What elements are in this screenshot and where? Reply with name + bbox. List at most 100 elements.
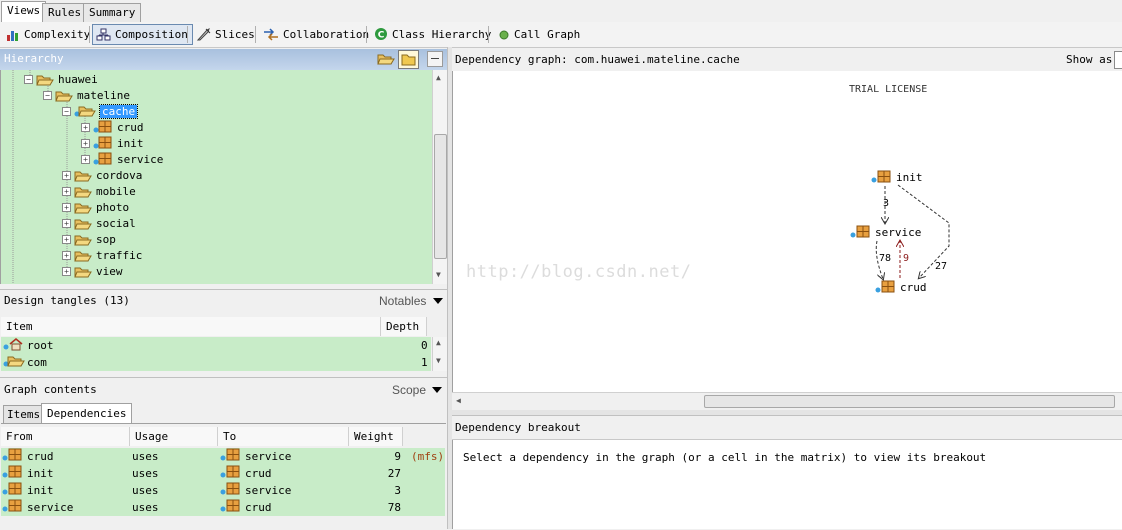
tree-node-huawei[interactable]: − huawei [24, 72, 98, 88]
notables-dropdown[interactable]: Notables [379, 294, 443, 308]
slices-button[interactable]: Slices [192, 24, 260, 45]
expand-icon[interactable]: + [62, 267, 71, 276]
dep-weight: 9 [394, 450, 401, 463]
tree-node-mateline[interactable]: − mateline [43, 88, 130, 104]
tree-node-sop[interactable]: + sop [62, 232, 116, 248]
package-folder-icon [74, 235, 92, 246]
scope-label: Scope [392, 383, 427, 397]
scrollbar-thumb[interactable] [704, 395, 1115, 408]
scroll-left-arrow-icon[interactable]: ◀ [456, 396, 461, 405]
svg-text:C: C [378, 31, 385, 41]
tree-node-social[interactable]: + social [62, 216, 136, 232]
node-label: mobile [96, 185, 136, 198]
tree-node-photo[interactable]: + photo [62, 200, 129, 216]
open-folder-icon[interactable] [377, 51, 395, 67]
dep-to: crud [245, 467, 272, 480]
graph-node-crud[interactable]: crud [875, 280, 927, 296]
dependency-graph-canvas[interactable]: TRIAL LICENSE http://blog.csdn.net/ 3 78… [452, 71, 1122, 392]
dep-weight: 78 [387, 501, 401, 514]
tangle-depth: 0 [421, 339, 428, 352]
column-header-to[interactable]: To [218, 427, 349, 446]
tree-node-cordova[interactable]: + cordova [62, 168, 142, 184]
graph-node-init[interactable]: init [871, 170, 923, 186]
folder-toggle-button[interactable] [398, 50, 419, 69]
tree-node-mobile[interactable]: + mobile [62, 184, 136, 200]
collaboration-button[interactable]: Collaboration [259, 24, 374, 45]
tree-node-service[interactable]: + service [81, 152, 163, 168]
expand-icon[interactable]: + [62, 251, 71, 260]
node-label: cordova [96, 169, 143, 182]
scroll-down-arrow-icon[interactable]: ▼ [436, 356, 441, 365]
call-graph-button[interactable]: Call Graph [494, 24, 585, 45]
class-package-icon [93, 120, 112, 133]
tab-summary[interactable]: Summary [83, 3, 142, 22]
package-folder-icon [3, 354, 25, 373]
tree-node-crud[interactable]: + crud [81, 120, 144, 136]
table-row[interactable]: init uses crud 27 [1, 465, 445, 482]
expand-icon[interactable]: + [62, 171, 71, 180]
tree-node-init[interactable]: + init [81, 136, 144, 152]
node-label: view [96, 265, 123, 278]
node-label: service [875, 226, 922, 239]
dependency-breakout-body: Select a dependency in the graph (or a c… [452, 440, 1122, 529]
scroll-up-arrow-icon[interactable]: ▲ [436, 73, 441, 82]
scroll-down-arrow-icon[interactable]: ▼ [436, 270, 441, 279]
scroll-up-arrow-icon[interactable]: ▲ [436, 338, 441, 347]
expand-icon[interactable]: + [81, 123, 90, 132]
column-header-from[interactable]: From [1, 427, 130, 446]
table-row[interactable]: crud uses service 9 (mfs) [1, 448, 445, 465]
column-header-weight[interactable]: Weight [349, 427, 403, 446]
table-row[interactable]: init uses service 3 [1, 482, 445, 499]
tree-node-cache[interactable]: − cache [62, 104, 139, 120]
package-folder-icon [74, 187, 92, 198]
table-row[interactable]: com 1 [1, 354, 431, 371]
tangles-scrollbar[interactable]: ▲ ▼ [432, 337, 447, 371]
table-row[interactable]: service uses crud 78 [1, 499, 445, 516]
expand-icon[interactable]: + [81, 155, 90, 164]
node-label: crud [900, 281, 927, 294]
column-header-usage[interactable]: Usage [130, 427, 218, 446]
tree-node-view[interactable]: + view [62, 264, 123, 280]
node-label: init [896, 171, 923, 184]
table-row[interactable]: root 0 [1, 337, 431, 354]
expand-icon[interactable]: + [81, 139, 90, 148]
composition-icon [96, 28, 111, 41]
scrollbar-thumb[interactable] [434, 134, 447, 259]
expand-icon[interactable]: + [62, 219, 71, 228]
complexity-label: Complexity [24, 28, 91, 41]
package-folder-icon [74, 171, 92, 182]
expand-icon[interactable]: + [62, 203, 71, 212]
tab-views[interactable]: Views [1, 1, 47, 23]
slices-knife-icon [196, 28, 211, 41]
graph-contents-panel: Graph contents Scope Items Dependencies … [0, 377, 447, 530]
collapse-icon[interactable]: − [43, 91, 52, 100]
package-folder-icon [74, 267, 92, 278]
expand-icon[interactable]: + [62, 187, 71, 196]
top-tab-bar: Views Rules Summary [0, 0, 1122, 23]
hierarchy-tree: − huawei − mateline − cache + crud + init + se… [0, 70, 433, 284]
class-hierarchy-button[interactable]: C Class Hierarchy [370, 24, 496, 45]
column-header-depth[interactable]: Depth [381, 317, 427, 336]
collapse-icon[interactable]: − [62, 107, 71, 116]
composition-button[interactable]: Composition [92, 24, 193, 45]
show-as-dropdown[interactable] [1114, 51, 1122, 69]
scope-dropdown[interactable]: Scope [392, 383, 443, 397]
tab-rules[interactable]: Rules [42, 3, 88, 22]
node-label: social [96, 217, 136, 230]
collaboration-arrows-icon [264, 28, 278, 41]
collapse-panel-button[interactable] [427, 51, 443, 67]
graph-node-service[interactable]: service [850, 225, 921, 241]
tab-dependencies[interactable]: Dependencies [41, 403, 133, 424]
graph-horizontal-scrollbar[interactable]: ◀ [452, 392, 1122, 410]
edge-label-init-service: 3 [883, 198, 890, 209]
expand-icon[interactable]: + [62, 235, 71, 244]
notables-label: Notables [379, 294, 427, 308]
collapse-icon[interactable]: − [24, 75, 33, 84]
column-header-item[interactable]: Item [1, 317, 381, 336]
package-folder-icon [74, 251, 92, 262]
complexity-button[interactable]: Complexity [2, 24, 95, 45]
edge-label-crud-service: 9 [903, 253, 910, 264]
hierarchy-scrollbar[interactable]: ▲ ▼ [432, 70, 447, 284]
tab-items[interactable]: Items [3, 405, 45, 423]
tree-node-traffic[interactable]: + traffic [62, 248, 142, 264]
